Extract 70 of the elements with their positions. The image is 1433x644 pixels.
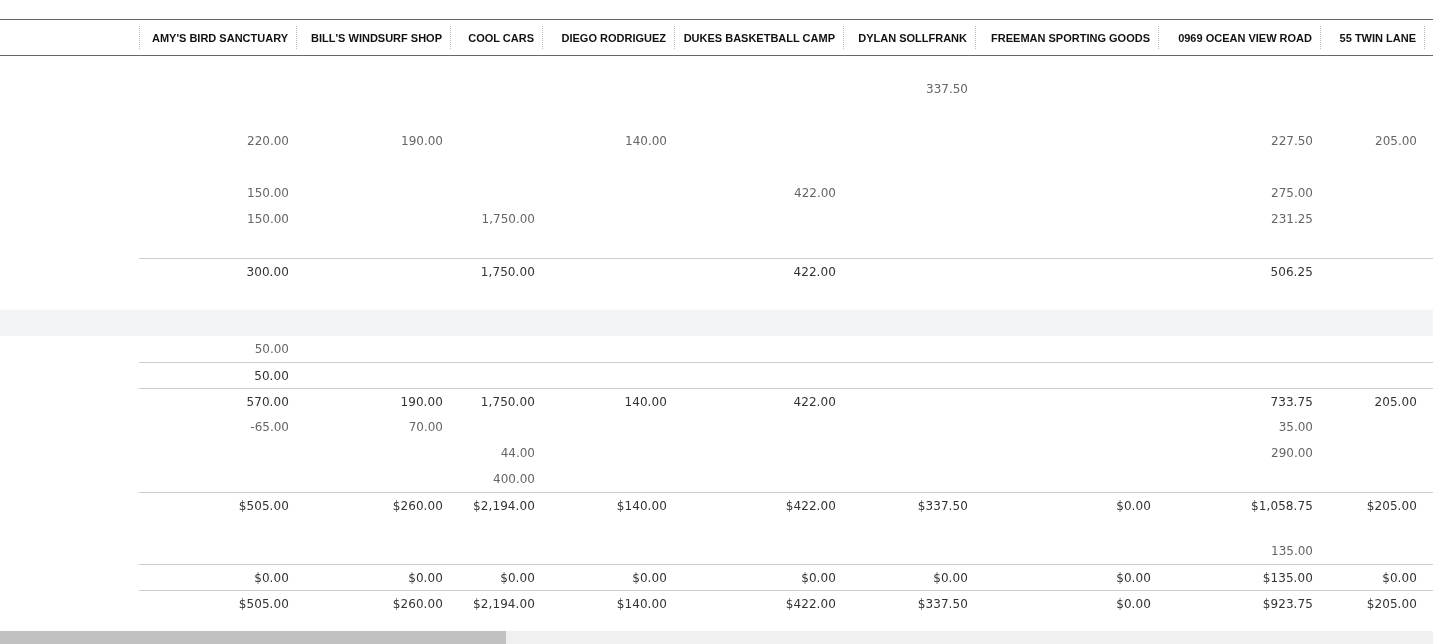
total-value: $0.00 — [408, 570, 443, 585]
total-value: $0.00 — [1382, 570, 1417, 585]
column-header[interactable]: 0969 OCEAN VIEW ROAD — [1159, 26, 1321, 49]
total-value: $140.00 — [616, 498, 667, 513]
amount-value: 227.50 — [1271, 134, 1313, 148]
total-value: $923.75 — [1262, 596, 1313, 611]
total-value: $0.00 — [1116, 570, 1151, 585]
total-value: 570.00 — [246, 394, 289, 409]
total-value: 190.00 — [400, 394, 443, 409]
column-header[interactable]: AMY'S BIRD SANCTUARY — [139, 26, 297, 49]
total-value: $1,058.75 — [1251, 498, 1313, 513]
amount-value: 400.00 — [493, 472, 535, 486]
total-value: $505.00 — [238, 596, 289, 611]
total-value: $260.00 — [392, 596, 443, 611]
total-value: 140.00 — [624, 394, 667, 409]
total-value: $0.00 — [1116, 498, 1151, 513]
amount-value: 70.00 — [408, 420, 443, 434]
amount-value: 275.00 — [1271, 186, 1313, 200]
total-value: 506.25 — [1270, 264, 1313, 279]
total-value: $0.00 — [933, 570, 968, 585]
amount-value: 337.50 — [926, 82, 968, 96]
amount-value: -65.00 — [250, 420, 289, 434]
amount-value: 50.00 — [254, 342, 289, 356]
total-value: $0.00 — [1116, 596, 1151, 611]
total-value: $2,194.00 — [473, 498, 535, 513]
total-value: $205.00 — [1366, 498, 1417, 513]
total-value: $422.00 — [785, 596, 836, 611]
total-value: $140.00 — [616, 596, 667, 611]
total-value: 205.00 — [1374, 394, 1417, 409]
amount-value: 190.00 — [401, 134, 443, 148]
amount-value: 422.00 — [794, 186, 836, 200]
amount-value: 150.00 — [247, 186, 289, 200]
amount-value: 140.00 — [625, 134, 667, 148]
total-value: $505.00 — [238, 498, 289, 513]
total-value: 50.00 — [254, 368, 289, 383]
total-value: $0.00 — [500, 570, 535, 585]
column-header[interactable]: DIEGO RODRIGUEZ — [543, 26, 675, 49]
column-header[interactable]: DYLAN SOLLFRANK — [844, 26, 976, 49]
column-header[interactable]: DUKES BASKETBALL CAMP — [675, 26, 844, 49]
column-header[interactable]: FREEMAN SPORTING GOODS — [976, 26, 1159, 49]
total-value: $337.50 — [917, 498, 968, 513]
total-value: 1,750.00 — [480, 394, 535, 409]
amount-value: 1,750.00 — [481, 212, 535, 226]
amount-value: 135.00 — [1271, 544, 1313, 558]
total-value: $422.00 — [785, 498, 836, 513]
column-header[interactable]: BILL'S WINDSURF SHOP — [297, 26, 451, 49]
total-value: $260.00 — [392, 498, 443, 513]
amount-value: 35.00 — [1278, 420, 1313, 434]
total-value: 300.00 — [246, 264, 289, 279]
amount-value: 150.00 — [247, 212, 289, 226]
column-header[interactable]: 55 TWIN LANE — [1321, 26, 1425, 49]
total-value: $135.00 — [1262, 570, 1313, 585]
amount-value: 220.00 — [247, 134, 289, 148]
total-value: $0.00 — [254, 570, 289, 585]
amount-value: 231.25 — [1271, 212, 1313, 226]
total-value: 733.75 — [1270, 394, 1313, 409]
amount-value: 205.00 — [1375, 134, 1417, 148]
amount-value: 290.00 — [1271, 446, 1313, 460]
total-value: 1,750.00 — [480, 264, 535, 279]
amount-value: 44.00 — [500, 446, 535, 460]
total-value: 422.00 — [793, 394, 836, 409]
total-value: $2,194.00 — [473, 596, 535, 611]
total-value: $205.00 — [1366, 596, 1417, 611]
scrollbar-thumb[interactable] — [0, 631, 506, 644]
total-value: $0.00 — [801, 570, 836, 585]
total-value: 422.00 — [793, 264, 836, 279]
total-value: $337.50 — [917, 596, 968, 611]
total-value: $0.00 — [632, 570, 667, 585]
column-header[interactable]: COOL CARS — [451, 26, 543, 49]
horizontal-scrollbar[interactable] — [0, 631, 1433, 644]
